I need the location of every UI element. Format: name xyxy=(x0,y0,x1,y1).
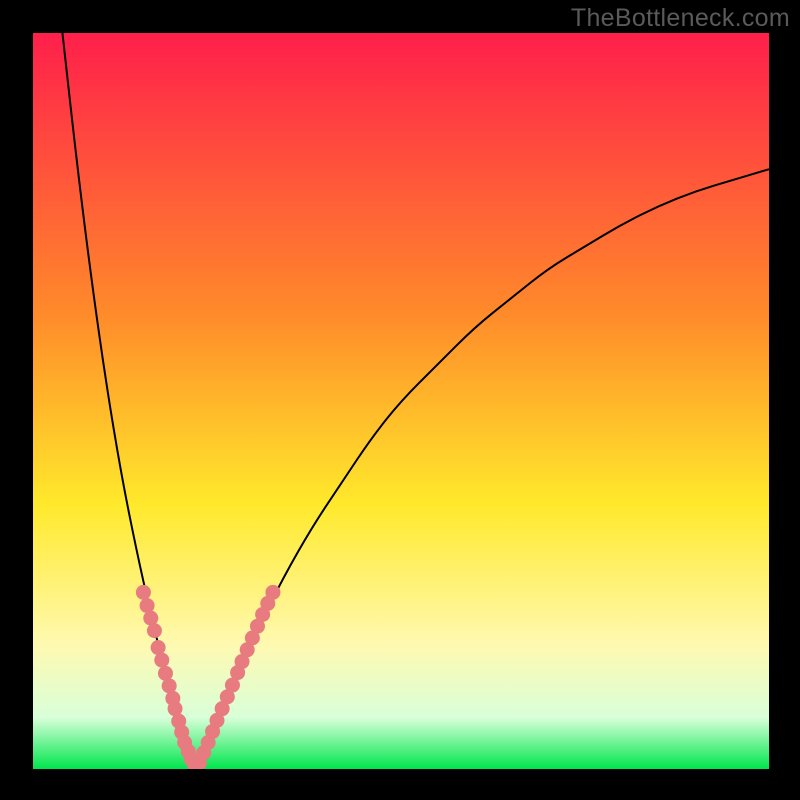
bottleneck-curve-chart xyxy=(33,33,769,769)
data-marker xyxy=(265,585,280,600)
watermark-text: TheBottleneck.com xyxy=(571,4,790,33)
data-marker xyxy=(154,653,169,668)
chart-frame: TheBottleneck.com xyxy=(0,0,800,800)
data-marker xyxy=(136,585,151,600)
plot-area xyxy=(33,33,769,769)
data-marker xyxy=(147,623,162,638)
